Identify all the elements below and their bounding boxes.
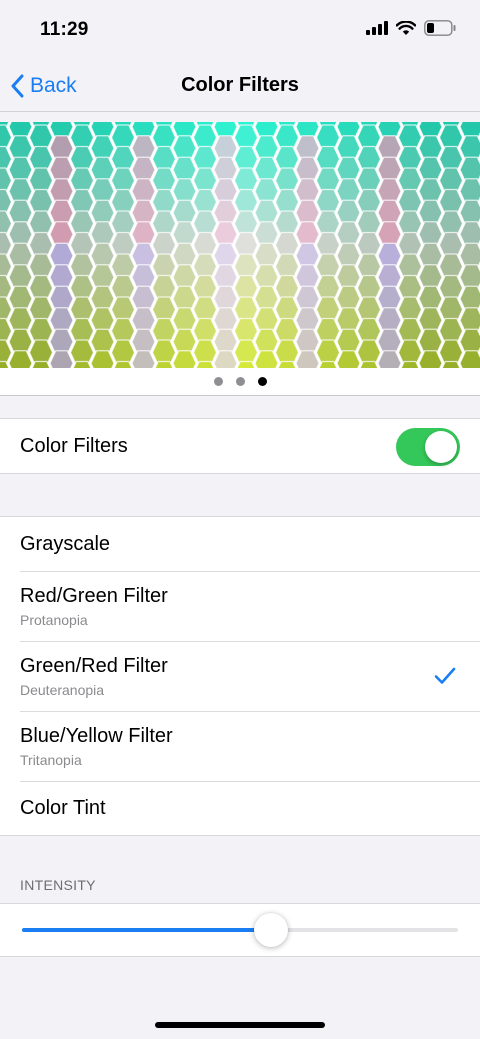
intensity-slider-thumb[interactable]: [253, 913, 288, 947]
filter-option-text: Green/Red Filter Deuteranopia: [20, 655, 168, 698]
filter-option-label: Grayscale: [20, 532, 111, 555]
filter-option-text: Red/Green Filter Protanopia: [20, 585, 168, 628]
color-filters-toggle-group: Color Filters: [0, 418, 480, 474]
color-preview-image: [0, 122, 480, 368]
page-indicator[interactable]: [0, 368, 480, 396]
hex-cell: [377, 350, 402, 368]
filter-option-green-red[interactable]: Green/Red Filter Deuteranopia: [0, 641, 480, 711]
color-preview-carousel[interactable]: [0, 122, 480, 368]
status-icons: [366, 20, 456, 36]
page-dot-1[interactable]: [213, 377, 223, 386]
color-filters-label: Color Filters: [20, 434, 128, 457]
hex-cell: [8, 350, 33, 368]
hex-cell: [459, 350, 480, 368]
hex-cell: [295, 350, 320, 368]
page-dot-2[interactable]: [235, 377, 245, 386]
color-filters-toggle-row: Color Filters: [0, 419, 480, 473]
hex-cell: [49, 350, 74, 368]
filter-option-color-tint[interactable]: Color Tint: [0, 781, 480, 835]
status-bar: 11:29: [0, 0, 480, 60]
checkmark-icon: [434, 667, 456, 684]
filter-option-subtitle: Deuteranopia: [20, 681, 105, 698]
filter-option-label: Green/Red Filter: [20, 654, 168, 677]
intensity-slider[interactable]: [22, 913, 458, 947]
filter-option-grayscale[interactable]: Grayscale: [0, 517, 480, 571]
hex-cell: [213, 350, 238, 368]
intensity-section-header: INTENSITY: [20, 877, 96, 893]
home-indicator: [155, 1022, 325, 1028]
filter-option-text: Blue/Yellow Filter Tritanopia: [20, 725, 173, 768]
filter-option-label: Color Tint: [20, 796, 106, 819]
hex-cell: [131, 350, 156, 368]
filter-option-subtitle: Protanopia: [20, 611, 88, 628]
filter-option-red-green[interactable]: Red/Green Filter Protanopia: [0, 571, 480, 641]
hex-cell: [254, 350, 279, 368]
battery-icon: [424, 20, 456, 36]
switch-knob: [425, 431, 457, 463]
filter-options-list: Grayscale Red/Green Filter Protanopia Gr…: [0, 516, 480, 836]
hex-cell: [172, 350, 197, 368]
filter-option-label: Red/Green Filter: [20, 584, 168, 607]
filter-option-label: Blue/Yellow Filter: [20, 724, 173, 747]
filter-option-blue-yellow[interactable]: Blue/Yellow Filter Tritanopia: [0, 711, 480, 781]
hex-cell: [418, 350, 443, 368]
status-time: 11:29: [40, 19, 89, 40]
navigation-bar: Back Color Filters: [0, 60, 480, 112]
color-filters-switch[interactable]: [396, 428, 460, 466]
filter-option-subtitle: Tritanopia: [20, 751, 82, 768]
cellular-signal-icon: [366, 21, 388, 35]
page-dot-3[interactable]: [257, 377, 267, 386]
hex-cell: [90, 350, 115, 368]
hex-cell: [336, 350, 361, 368]
wifi-icon: [396, 20, 416, 35]
page-title: Color Filters: [181, 74, 299, 96]
intensity-slider-fill: [22, 928, 271, 932]
